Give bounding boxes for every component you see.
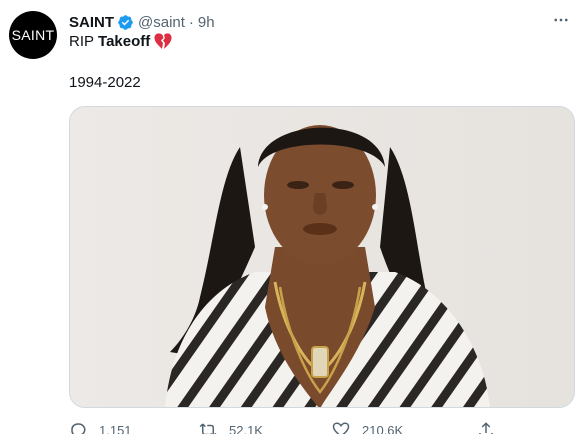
timestamp[interactable]: 9h (198, 14, 215, 31)
reply-icon (71, 423, 86, 434)
heart-icon (332, 422, 350, 434)
tweet-header: SAINT @saint · 9h (69, 12, 215, 32)
reply-count: 1,151 (99, 422, 132, 434)
like-button[interactable]: 210.6K (332, 421, 403, 434)
broken-heart-emoji-icon (154, 33, 172, 50)
more-options-icon[interactable] (551, 10, 571, 30)
avatar-logo-text: SAINT (11, 27, 55, 43)
like-count: 210.6K (362, 422, 404, 434)
display-name[interactable]: SAINT (69, 14, 114, 31)
tweet-photo[interactable] (69, 106, 575, 408)
tweet-text-prefix: RIP (69, 33, 95, 50)
user-handle[interactable]: @saint (138, 14, 185, 31)
avatar[interactable]: SAINT (9, 11, 57, 59)
retweet-count: 52.1K (229, 422, 263, 434)
retweet-button[interactable]: 52.1K (199, 421, 263, 434)
tweet-text: RIP Takeoff (69, 33, 172, 50)
portrait-photo-image (70, 107, 574, 407)
verified-badge-icon (117, 14, 134, 31)
separator-dot: · (188, 13, 194, 31)
share-icon (479, 422, 493, 434)
share-button[interactable] (477, 421, 495, 434)
tweet-years-text: 1994-2022 (69, 74, 141, 91)
tweet-card[interactable]: SAINT SAINT @saint · 9h RIP Takeoff 1994… (0, 0, 579, 434)
tweet-text-name: Takeoff (98, 33, 151, 50)
reply-button[interactable]: 1,151 (69, 421, 132, 434)
tweet-actions-bar: 1,151 52.1K 210.6K (69, 420, 509, 434)
retweet-icon (199, 423, 217, 434)
